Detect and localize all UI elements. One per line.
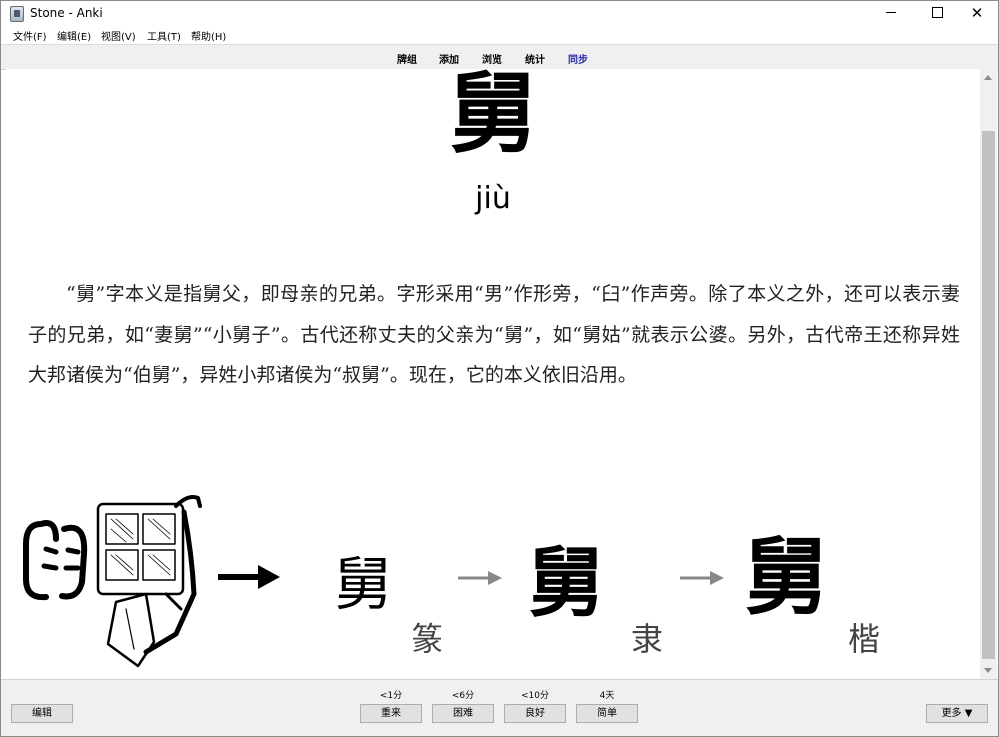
easy-button[interactable]: 简单: [576, 704, 638, 723]
minimize-button[interactable]: [868, 1, 914, 25]
arrow-right-icon: [218, 565, 280, 589]
minimize-icon: [886, 12, 896, 13]
menu-edit[interactable]: 编辑(E): [57, 28, 91, 43]
easy-interval: 4天: [599, 691, 615, 701]
menu-tools[interactable]: 工具(T): [147, 28, 181, 43]
clerical-script-label: 隶: [631, 620, 664, 658]
toolbar-browse[interactable]: 浏览: [482, 51, 502, 66]
good-interval: <10分: [521, 691, 549, 701]
again-button[interactable]: 重来: [360, 704, 422, 723]
character-evolution-illustration: 舅 篆 舅 隶 舅 楷: [16, 484, 976, 679]
anki-app-icon: [10, 6, 24, 22]
title-bar: Stone - Anki ✕: [1, 1, 998, 25]
menu-file[interactable]: 文件(F): [13, 28, 47, 43]
menu-bar: 文件(F) 编辑(E) 视图(V) 工具(T) 帮助(H): [1, 25, 998, 44]
vertical-scrollbar[interactable]: [980, 69, 997, 679]
hard-interval: <6分: [451, 691, 475, 701]
good-button[interactable]: 良好: [504, 704, 566, 723]
toolbar-decks[interactable]: 牌组: [397, 51, 417, 66]
evolution-arrow-2-icon: [680, 571, 724, 585]
pictograph-image: [23, 495, 202, 668]
menu-view[interactable]: 视图(V): [101, 28, 136, 43]
clerical-script-character: 舅: [528, 538, 604, 627]
toolbar-add[interactable]: 添加: [439, 51, 459, 66]
close-button[interactable]: ✕: [954, 1, 998, 25]
evolution-arrow-1-icon: [458, 571, 502, 585]
scroll-down-icon[interactable]: [984, 668, 992, 673]
hard-button[interactable]: 困难: [432, 704, 494, 723]
seal-script-character: 舅: [334, 550, 393, 618]
more-button[interactable]: 更多 ▼: [926, 704, 988, 723]
scrollbar-thumb[interactable]: [982, 131, 995, 659]
close-icon: ✕: [970, 4, 984, 22]
again-interval: <1分: [379, 691, 403, 701]
card-definition: “舅”字本义是指舅父，即母亲的兄弟。字形采用“男”作形旁，“臼”作声旁。除了本义…: [28, 283, 960, 386]
review-bottom-bar: 编辑 <1分 重来 <6分 困难 <10分 良好 4天 简单 更多 ▼: [1, 679, 998, 736]
anki-window: Stone - Anki ✕ 文件(F) 编辑(E) 视图(V) 工具(T) 帮…: [0, 0, 999, 737]
toolbar-stats[interactable]: 统计: [525, 51, 545, 66]
regular-script-character: 舅: [744, 527, 829, 626]
regular-script-label: 楷: [848, 620, 881, 658]
window-title: Stone - Anki: [30, 6, 103, 20]
seal-script-label: 篆: [411, 620, 444, 658]
toolbar-sync[interactable]: 同步: [568, 51, 588, 66]
scroll-up-icon[interactable]: [984, 75, 992, 80]
maximize-icon: [931, 7, 943, 18]
main-toolbar: 牌组 添加 浏览 统计 同步: [1, 44, 998, 70]
card-character: 舅: [448, 69, 537, 165]
edit-button[interactable]: 编辑: [11, 704, 73, 723]
card-content: 舅 jiù “舅”字本义是指舅父，即母亲的兄弟。字形采用“男”作形旁，“臼”作声…: [6, 69, 980, 679]
menu-help[interactable]: 帮助(H): [191, 28, 226, 43]
card-pinyin: jiù: [475, 181, 511, 216]
